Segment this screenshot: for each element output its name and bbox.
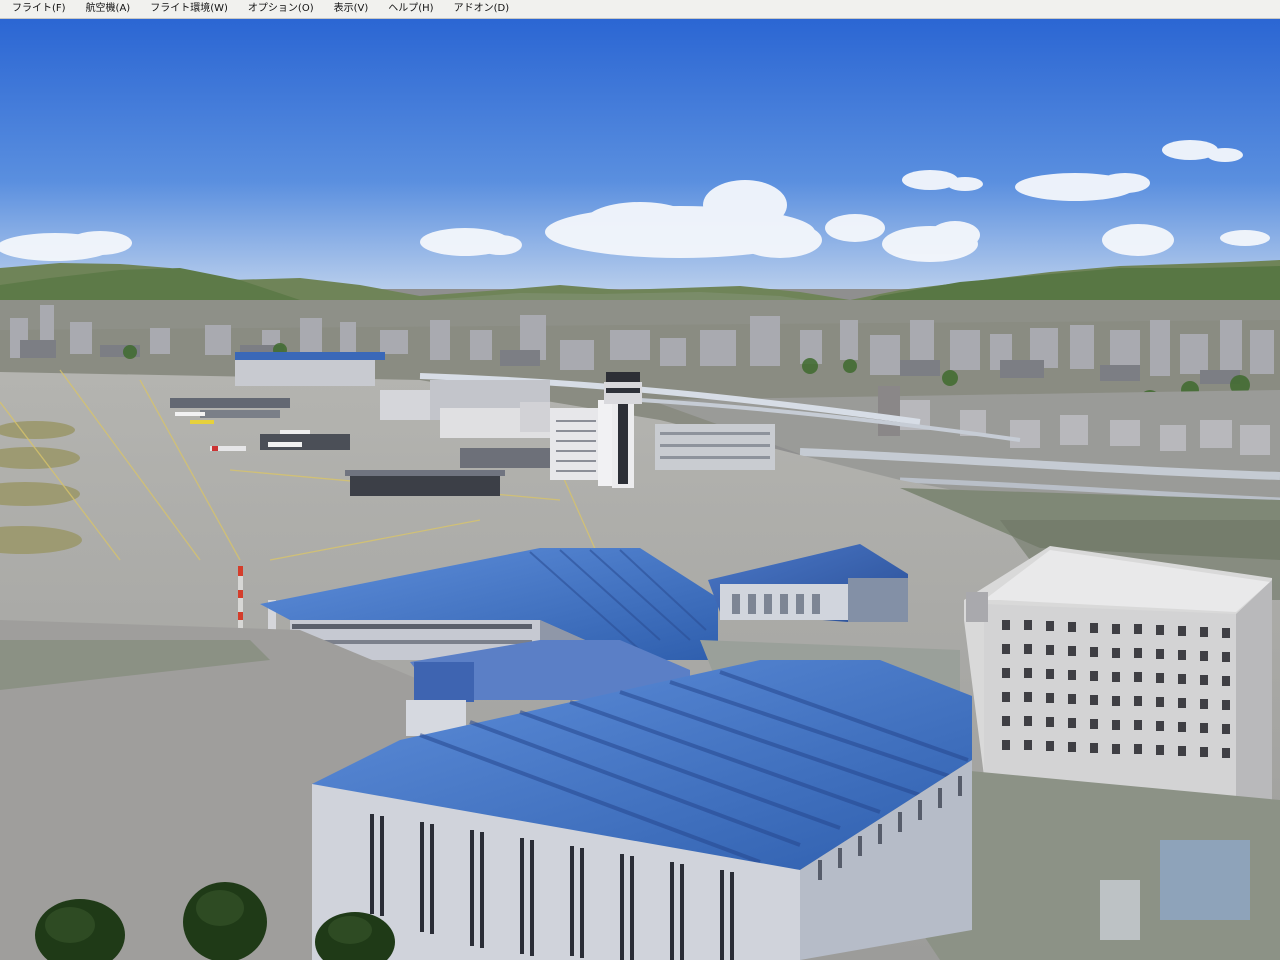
- menu-help[interactable]: ヘルプ(H): [376, 0, 441, 18]
- office-building-right: [964, 546, 1272, 804]
- menu-views[interactable]: 表示(V): [322, 0, 377, 18]
- menu-bar: フライト(F) 航空機(A) フライト環境(W) オプション(O) 表示(V) …: [0, 0, 1280, 19]
- simulator-3d-view[interactable]: [0, 19, 1280, 960]
- menu-flight[interactable]: フライト(F): [0, 0, 74, 18]
- office-tower: [878, 386, 900, 436]
- scenery-render: [0, 19, 1280, 960]
- menu-world[interactable]: フライト環境(W): [138, 0, 236, 18]
- menu-addons[interactable]: アドオン(D): [442, 0, 518, 18]
- parking-garage: [655, 424, 775, 470]
- lighting-mast: [238, 566, 243, 638]
- menu-options[interactable]: オプション(O): [236, 0, 322, 18]
- menu-aircraft[interactable]: 航空機(A): [74, 0, 139, 18]
